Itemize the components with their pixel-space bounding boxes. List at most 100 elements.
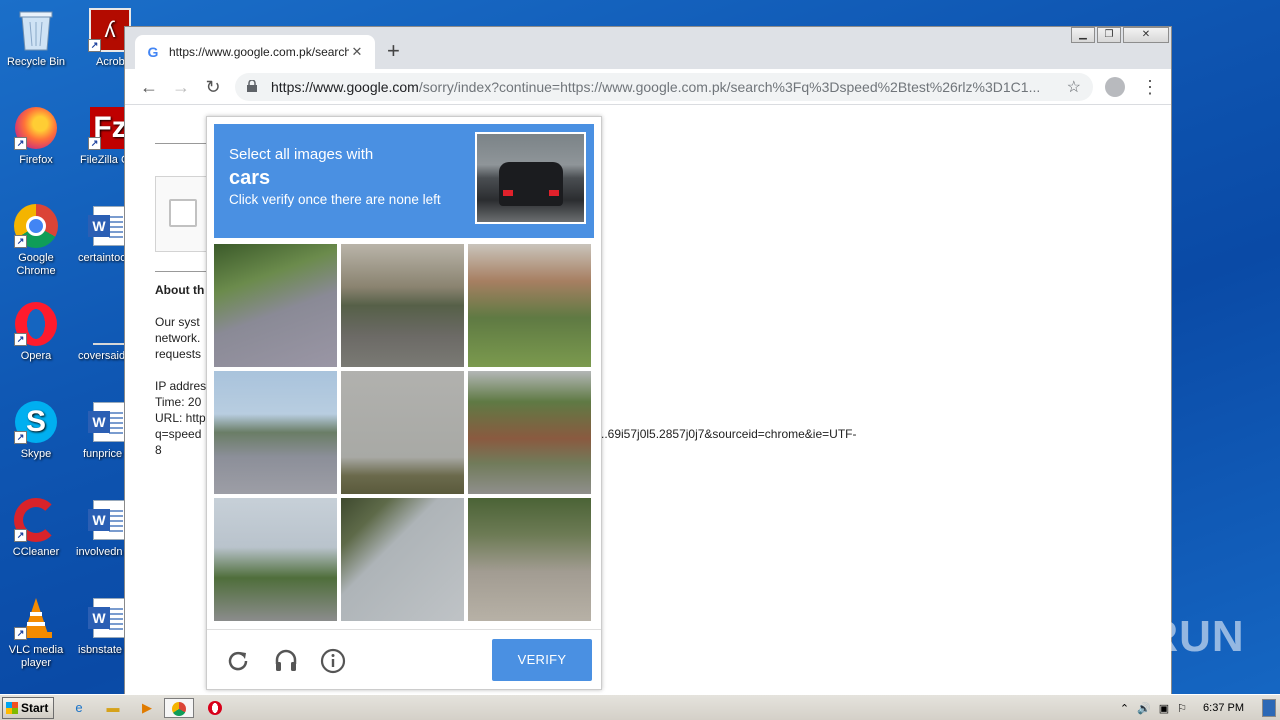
desktop-icon-label: FileZilla C xyxy=(80,154,129,166)
para1-line: network. xyxy=(155,331,201,345)
captcha-subinstruction: Click verify once there are none left xyxy=(229,192,441,207)
google-favicon-icon: G xyxy=(147,44,159,60)
restore-button[interactable]: ❐ xyxy=(1097,27,1121,43)
captcha-target-object: cars xyxy=(229,167,271,189)
captcha-tile[interactable] xyxy=(214,498,337,621)
start-button[interactable]: Start xyxy=(2,697,54,719)
captcha-image-grid xyxy=(214,244,594,624)
vlc-cone-icon: ↗ xyxy=(14,596,58,640)
clock[interactable]: 6:37 PM xyxy=(1203,702,1244,714)
captcha-tile[interactable] xyxy=(468,498,591,621)
desktop-icon-label: certaintoo xyxy=(78,252,127,264)
para2-line: q=speed xyxy=(155,427,202,441)
recycle-bin-icon xyxy=(14,8,58,52)
start-label: Start xyxy=(21,701,49,715)
opera-icon: ↗ xyxy=(14,302,58,346)
close-window-button[interactable]: ✕ xyxy=(1123,27,1169,43)
firefox-icon: ↗ xyxy=(14,106,58,150)
captcha-tile[interactable] xyxy=(468,371,591,494)
desktop-icon-firefox[interactable]: ↗ Firefox xyxy=(0,106,72,167)
url-text: https://www.google.com/sorry/index?conti… xyxy=(271,79,1067,95)
info-icon[interactable] xyxy=(320,648,346,674)
desktop-icon-opera[interactable]: ↗ Opera xyxy=(0,302,72,363)
desktop-icon-recycle-bin[interactable]: Recycle Bin xyxy=(0,8,72,69)
url-path: /sorry/index?continue=https://www.google… xyxy=(418,79,1041,95)
network-icon[interactable]: ▣ xyxy=(1159,702,1169,715)
opera-icon xyxy=(208,701,222,715)
window-controls: ▁ ❐ ✕ xyxy=(1069,27,1169,43)
chrome-icon xyxy=(172,702,186,716)
desktop-icon-chrome[interactable]: ↗ Google Chrome xyxy=(0,204,72,278)
url-tail-text: ..69i57j0l5.2857j0j7&sourceid=chrome&ie=… xyxy=(601,427,857,441)
para2-line: Time: 20 xyxy=(155,395,202,409)
para2-line: URL: http xyxy=(155,411,206,425)
desktop-icon-label: Opera xyxy=(20,350,52,362)
tab-close-icon[interactable]: ✕ xyxy=(349,44,365,60)
show-hidden-icons-icon[interactable]: ⌃ xyxy=(1120,702,1129,715)
para1-line: requests xyxy=(155,347,202,361)
desktop-icon-skype[interactable]: S ↗ Skype xyxy=(0,400,72,461)
desktop-icon-label: Recycle Bin xyxy=(6,56,66,68)
car-image xyxy=(499,162,563,206)
minimize-button[interactable]: ▁ xyxy=(1071,27,1095,43)
address-bar[interactable]: https://www.google.com/sorry/index?conti… xyxy=(235,73,1093,101)
profile-avatar-icon[interactable] xyxy=(1105,77,1125,97)
desktop-icon-label: isbnstate xyxy=(78,644,123,656)
desktop-icon-label: coversaid xyxy=(78,350,126,362)
captcha-sample-image xyxy=(475,132,586,224)
captcha-header: Select all images with cars Click verify… xyxy=(214,124,594,238)
action-center-flag-icon[interactable]: ⚐ xyxy=(1177,702,1187,715)
desktop-icon-label: Skype xyxy=(20,448,52,460)
ie-taskbar-icon[interactable]: e xyxy=(68,698,90,718)
captcha-tile[interactable] xyxy=(341,371,464,494)
para1-line: Our syst xyxy=(155,315,200,329)
captcha-tile[interactable] xyxy=(214,371,337,494)
browser-toolbar: ← → ↻ https://www.google.com/sorry/index… xyxy=(125,69,1171,105)
desktop-icon-label: CCleaner xyxy=(12,546,60,558)
desktop-icon-label: Firefox xyxy=(19,154,53,166)
tab-title: https://www.google.com.pk/search? xyxy=(169,45,349,59)
desktop-icon-ccleaner[interactable]: ↗ CCleaner xyxy=(0,498,72,559)
desktop-icon-vlc[interactable]: ↗ VLC media player xyxy=(0,596,72,670)
anyrun-watermark: ANY RUN xyxy=(1038,612,1245,661)
tab-strip: G https://www.google.com.pk/search? ✕ + … xyxy=(125,27,1171,69)
captcha-tile[interactable] xyxy=(214,244,337,367)
browser-tab[interactable]: G https://www.google.com.pk/search? ✕ xyxy=(135,35,375,69)
explorer-folder-icon[interactable]: ▬ xyxy=(102,698,124,718)
verify-button[interactable]: VERIFY xyxy=(492,639,592,681)
para2-line: IP addres xyxy=(155,379,207,393)
captcha-tile[interactable] xyxy=(341,244,464,367)
captcha-tile[interactable] xyxy=(468,244,591,367)
audio-challenge-icon[interactable] xyxy=(273,648,299,674)
para2-line: 8 xyxy=(155,443,162,457)
show-desktop-button[interactable] xyxy=(1262,699,1276,717)
reload-icon[interactable]: ↻ xyxy=(201,75,225,99)
windows-logo-icon xyxy=(6,702,18,714)
media-player-icon[interactable]: ▶ xyxy=(136,698,158,718)
system-tray: ⌃ 🔊 ▣ ⚐ 6:37 PM xyxy=(1116,695,1280,720)
skype-icon: S ↗ xyxy=(14,400,58,444)
back-arrow-icon[interactable]: ← xyxy=(137,75,161,99)
menu-dots-icon[interactable]: ⋮ xyxy=(1141,75,1159,99)
chrome-taskbar-button[interactable] xyxy=(164,698,194,718)
new-tab-button[interactable]: + xyxy=(387,39,400,63)
tail-light xyxy=(503,190,513,196)
volume-icon[interactable]: 🔊 xyxy=(1137,702,1151,715)
url-host: https://www.google.com xyxy=(271,79,419,95)
desktop-icon-label: involvedn xyxy=(76,546,123,558)
tail-light xyxy=(549,190,559,196)
forward-arrow-icon[interactable]: → xyxy=(169,75,193,99)
ccleaner-icon: ↗ xyxy=(14,498,58,542)
bookmark-star-icon[interactable]: ☆ xyxy=(1067,77,1081,97)
recaptcha-checkbox[interactable] xyxy=(169,199,197,227)
desktop-icon-label: Google Chrome xyxy=(16,252,56,277)
captcha-instruction: Select all images with xyxy=(229,146,374,163)
desktop-icon-label: VLC media player xyxy=(8,644,64,669)
captcha-tile[interactable] xyxy=(341,498,464,621)
opera-taskbar-icon[interactable] xyxy=(204,698,226,718)
captcha-challenge-dialog: Select all images with cars Click verify… xyxy=(206,116,602,690)
lock-icon xyxy=(247,78,261,95)
taskbar: Start e ▬ ▶ ⌃ 🔊 ▣ ⚐ 6:37 PM xyxy=(0,694,1280,720)
reload-challenge-icon[interactable] xyxy=(225,648,251,674)
about-heading: About th xyxy=(155,283,205,297)
